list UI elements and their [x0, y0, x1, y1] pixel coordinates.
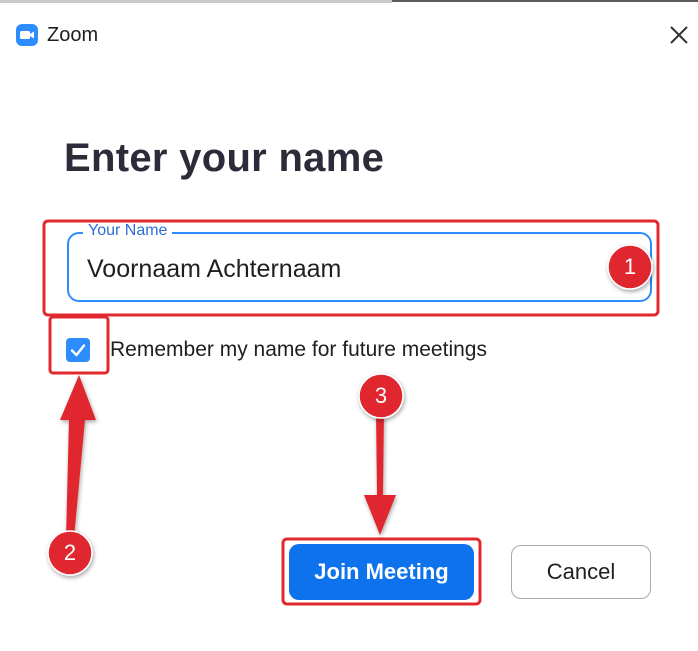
arrow-to-join-button [364, 410, 396, 535]
top-edge-segment [392, 0, 698, 14]
top-edge-segment [0, 0, 392, 3]
your-name-label: Your Name [83, 222, 173, 240]
title-bar: Zoom [0, 14, 698, 58]
dialog-heading: Enter your name [64, 136, 385, 180]
your-name-input[interactable]: Your Name Voornaam Achternaam [67, 222, 652, 302]
arrow-to-checkbox [60, 375, 96, 538]
marker-1: 1 [623, 254, 637, 279]
cancel-button[interactable]: Cancel [511, 545, 651, 599]
close-icon [670, 26, 688, 44]
checkmark-icon [70, 344, 86, 357]
your-name-value[interactable]: Voornaam Achternaam [87, 255, 341, 284]
app-title: Zoom [47, 24, 99, 46]
join-meeting-button[interactable]: Join Meeting [289, 544, 474, 600]
remember-name-label[interactable]: Remember my name for future meetings [110, 338, 487, 362]
close-button[interactable] [664, 20, 694, 50]
marker-2: 2 [63, 540, 77, 565]
marker-3: 3 [374, 383, 388, 408]
top-window-edge [0, 0, 698, 10]
remember-name-checkbox[interactable] [66, 338, 90, 362]
zoom-logo-icon [16, 24, 38, 46]
